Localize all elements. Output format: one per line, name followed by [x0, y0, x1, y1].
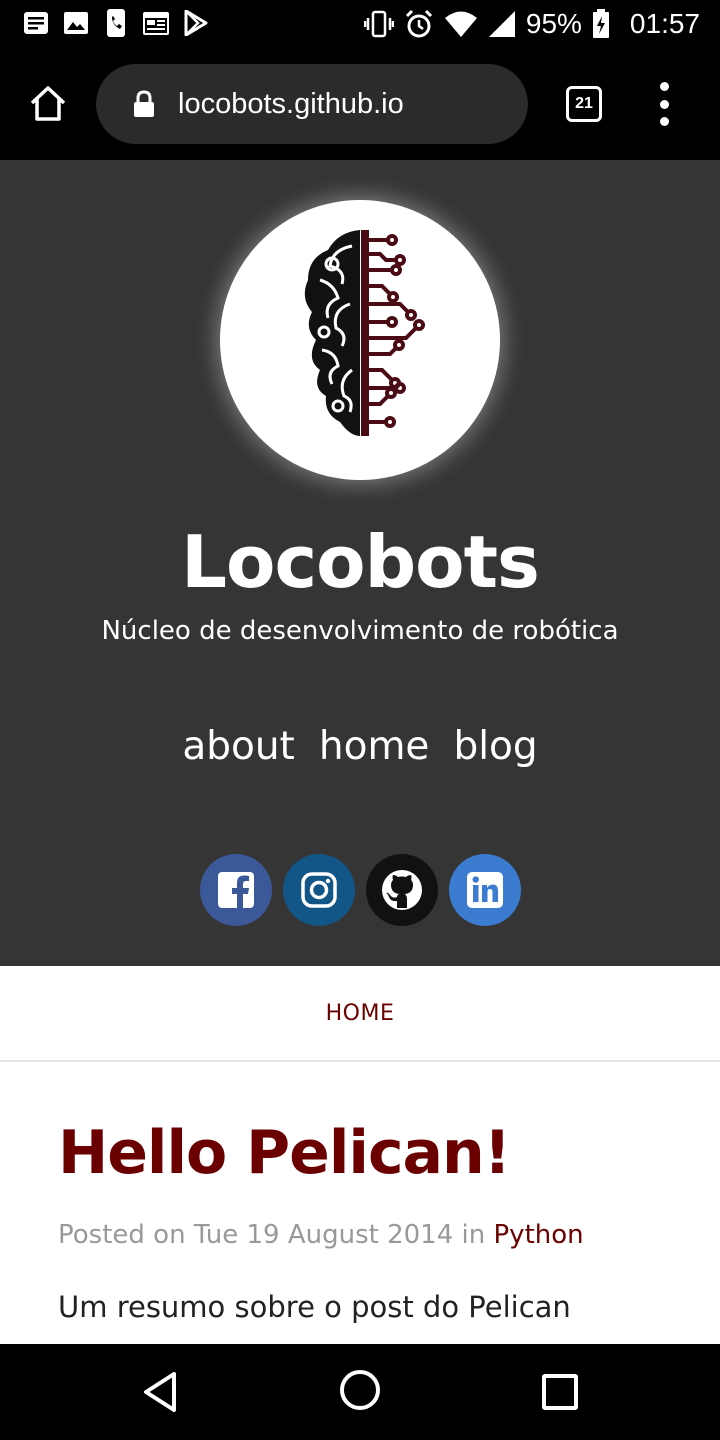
calendar-icon	[142, 8, 170, 38]
nav-link-blog[interactable]: blog	[453, 724, 537, 769]
main-nav: about home blog	[0, 724, 720, 769]
home-circle-icon[interactable]	[340, 1370, 380, 1410]
home-icon[interactable]	[24, 80, 72, 128]
facebook-icon[interactable]	[200, 854, 272, 926]
tab-switcher-button[interactable]: 21	[566, 86, 602, 122]
vibrate-icon	[363, 10, 394, 38]
notification-icons	[22, 8, 210, 38]
nav-link-home[interactable]: home	[319, 724, 430, 769]
notes-icon	[22, 8, 50, 38]
alarm-icon	[405, 9, 432, 38]
breadcrumb: HOME	[0, 966, 720, 1062]
wifi-icon	[444, 11, 477, 37]
browser-toolbar: locobots.github.io 21	[0, 48, 720, 160]
lock-icon	[132, 89, 156, 119]
battery-percent: 95%	[525, 8, 582, 39]
social-links	[200, 854, 521, 926]
image-icon	[62, 8, 90, 38]
address-bar[interactable]: locobots.github.io	[96, 64, 528, 144]
post-date: Posted on Tue 19 August 2014 in	[58, 1220, 486, 1250]
site-title[interactable]: Locobots	[0, 520, 720, 604]
signal-icon	[488, 11, 515, 37]
nav-link-about[interactable]: about	[182, 724, 295, 769]
post-title[interactable]: Hello Pelican!	[58, 1118, 511, 1188]
play-store-icon	[182, 8, 210, 38]
site-subtitle: Núcleo de desenvolvimento de robótica	[101, 616, 619, 646]
more-options-icon[interactable]	[648, 82, 680, 126]
status-bar: 95% 01:57	[0, 0, 720, 48]
phone-icon	[102, 8, 130, 38]
linkedin-icon[interactable]	[449, 854, 521, 926]
post-summary: Um resumo sobre o post do Pelican	[58, 1290, 571, 1324]
back-icon[interactable]	[140, 1370, 184, 1414]
system-status: 95% 01:57	[363, 6, 700, 42]
breadcrumb-home-link[interactable]: HOME	[326, 1001, 395, 1026]
url-text: locobots.github.io	[178, 87, 404, 120]
system-nav-bar	[0, 1344, 720, 1440]
instagram-icon[interactable]	[283, 854, 355, 926]
github-icon[interactable]	[366, 854, 438, 926]
clock: 01:57	[629, 8, 700, 39]
post-meta: Posted on Tue 19 August 2014 in Python	[58, 1220, 584, 1250]
post-list: Hello Pelican! Posted on Tue 19 August 2…	[0, 1062, 720, 1344]
post-category-link[interactable]: Python	[494, 1220, 584, 1250]
recent-apps-icon[interactable]	[542, 1374, 578, 1410]
battery-charging-icon	[592, 9, 609, 38]
brain-circuit-logo	[304, 230, 425, 436]
site-header: Locobots Núcleo de desenvolvimento de ro…	[0, 160, 720, 966]
site-logo[interactable]	[220, 200, 500, 480]
